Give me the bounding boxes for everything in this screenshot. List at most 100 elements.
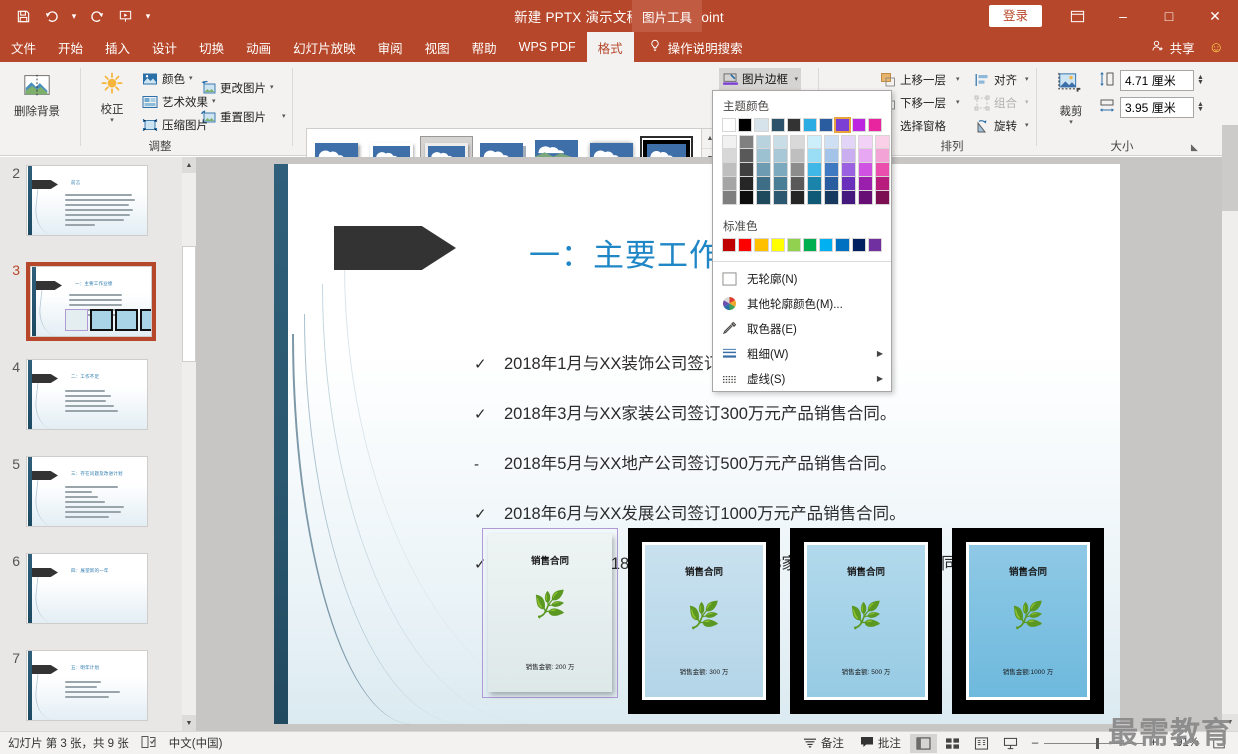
swatch-column-8[interactable] [858, 135, 873, 205]
tab-slideshow[interactable]: 幻灯片放映 [282, 32, 367, 62]
swatch-std-0[interactable] [722, 238, 737, 252]
swatch-v[interactable] [824, 163, 839, 177]
shape-height-field[interactable]: 4.71 厘米 [1120, 70, 1194, 91]
accessibility-check-icon[interactable] [141, 735, 157, 752]
swatch-v[interactable] [739, 135, 754, 149]
chevron-down-icon[interactable]: ▾ [189, 75, 193, 82]
slide-preview[interactable]: 前言 [26, 165, 148, 236]
slide-sorter-icon[interactable] [939, 734, 966, 753]
swatch-v[interactable] [841, 135, 856, 149]
tab-view[interactable]: 视图 [414, 32, 461, 62]
swatch-column-9[interactable] [875, 135, 890, 205]
swatch-theme-0[interactable] [722, 118, 737, 132]
align-button[interactable]: 对齐 ▾ [970, 68, 1033, 91]
tab-help[interactable]: 帮助 [461, 32, 508, 62]
chevron-down-icon[interactable]: ▾ [270, 84, 274, 91]
swatch-v[interactable] [807, 177, 822, 191]
swatch-v[interactable] [841, 149, 856, 163]
swatch-std-6[interactable] [819, 238, 834, 252]
slide-preview[interactable]: 二：工作不足 [26, 359, 148, 430]
chevron-down-icon[interactable]: ▾ [110, 117, 114, 124]
swatch-column-0[interactable] [722, 135, 737, 205]
slide-thumbnail-6[interactable]: 6 四：展望新的一年 [0, 553, 148, 624]
swatch-v[interactable] [773, 149, 788, 163]
sign-in-button[interactable]: 登录 [988, 4, 1042, 28]
close-button[interactable]: ✕ [1192, 0, 1238, 32]
thumbnail-pane-scrollbar-thumb[interactable] [182, 246, 196, 362]
size-dialog-launcher[interactable]: ◢ [1191, 142, 1198, 153]
bring-forward-button[interactable]: 上移一层 ▾ [876, 68, 964, 91]
swatch-v[interactable] [841, 191, 856, 205]
swatch-v[interactable] [858, 149, 873, 163]
contract-image-2[interactable]: 销售合同 🌿 销售金额: 300 万 [628, 528, 780, 714]
reading-view-icon[interactable] [968, 734, 995, 753]
swatch-v[interactable] [875, 135, 890, 149]
swatch-std-5[interactable] [803, 238, 818, 252]
swatch-theme-7-selected[interactable] [834, 117, 851, 133]
chevron-down-icon[interactable]: ▾ [282, 113, 286, 120]
crop-button[interactable]: 裁剪 ▾ [1048, 66, 1094, 126]
swatch-v[interactable] [824, 191, 839, 205]
swatch-v[interactable] [858, 191, 873, 205]
swatch-column-7[interactable] [841, 135, 856, 205]
tab-wps-pdf[interactable]: WPS PDF [508, 32, 587, 62]
swatch-v[interactable] [739, 177, 754, 191]
chevron-down-icon[interactable]: ▾ [1069, 119, 1073, 126]
swatch-v[interactable] [722, 149, 737, 163]
swatch-v[interactable] [773, 191, 788, 205]
swatch-column-2[interactable] [756, 135, 771, 205]
thumbnail-pane-scrollbar-track[interactable] [182, 157, 196, 731]
contract-image-3[interactable]: 销售合同 🌿 销售金额: 500 万 [790, 528, 942, 714]
slideshow-icon[interactable] [997, 734, 1024, 753]
language-indicator[interactable]: 中文(中国) [169, 735, 223, 751]
swatch-v[interactable] [858, 135, 873, 149]
slide-thumbnail-5[interactable]: 5 三：存在问题及改进计划 [0, 456, 148, 527]
chevron-down-icon[interactable]: ▾ [1025, 122, 1029, 129]
swatch-v[interactable] [807, 191, 822, 205]
tab-format[interactable]: 格式 [586, 32, 634, 62]
swatch-column-1[interactable] [739, 135, 754, 205]
normal-view-icon[interactable] [909, 733, 937, 753]
swatch-column-4[interactable] [790, 135, 805, 205]
tell-me-search[interactable]: 操作说明搜索 [634, 32, 753, 62]
shape-width-field[interactable]: 3.95 厘米 [1120, 97, 1194, 118]
swatch-v[interactable] [824, 135, 839, 149]
menu-item-weight[interactable]: 粗细(W) ▶ [713, 341, 891, 366]
tab-review[interactable]: 审阅 [367, 32, 414, 62]
swatch-v[interactable] [841, 163, 856, 177]
swatch-v[interactable] [756, 191, 771, 205]
swatch-v[interactable] [722, 191, 737, 205]
chevron-down-icon[interactable]: ▾ [794, 76, 798, 83]
swatch-theme-4[interactable] [786, 118, 802, 132]
thumbnail-scroll-up-icon[interactable]: ▲ [182, 157, 196, 173]
minimize-button[interactable]: – [1100, 0, 1146, 32]
menu-item-no-outline[interactable]: 无轮廓(N) [713, 266, 891, 291]
swatch-v[interactable] [739, 163, 754, 177]
swatch-v[interactable] [807, 135, 822, 149]
swatch-v[interactable] [790, 149, 805, 163]
menu-item-dashes[interactable]: 虚线(S) ▶ [713, 366, 891, 391]
swatch-v[interactable] [858, 177, 873, 191]
tab-transitions[interactable]: 切换 [188, 32, 235, 62]
swatch-v[interactable] [722, 135, 737, 149]
swatch-v[interactable] [739, 149, 754, 163]
spinner-down-icon[interactable]: ▼ [1197, 106, 1204, 113]
swatch-column-5[interactable] [807, 135, 822, 205]
slide-preview[interactable]: 一：主要工作业绩 [30, 266, 152, 337]
swatch-v[interactable] [773, 135, 788, 149]
swatch-theme-8[interactable] [851, 118, 866, 132]
swatch-v[interactable] [756, 177, 771, 191]
ribbon-display-options-icon[interactable] [1054, 0, 1100, 32]
swatch-v[interactable] [773, 163, 788, 177]
slide-thumbnail-7[interactable]: 7 五：明年计划 [0, 650, 148, 721]
slide-thumbnail-4[interactable]: 4 二：工作不足 [0, 359, 148, 430]
swatch-v[interactable] [756, 163, 771, 177]
swatch-v[interactable] [858, 163, 873, 177]
share-button[interactable]: 共享 [1137, 38, 1209, 57]
swatch-theme-2[interactable] [754, 118, 769, 132]
tab-design[interactable]: 设计 [141, 32, 188, 62]
swatch-theme-6[interactable] [819, 118, 834, 132]
swatch-std-9[interactable] [867, 238, 883, 252]
swatch-v[interactable] [841, 177, 856, 191]
slide-preview[interactable]: 五：明年计划 [26, 650, 148, 721]
